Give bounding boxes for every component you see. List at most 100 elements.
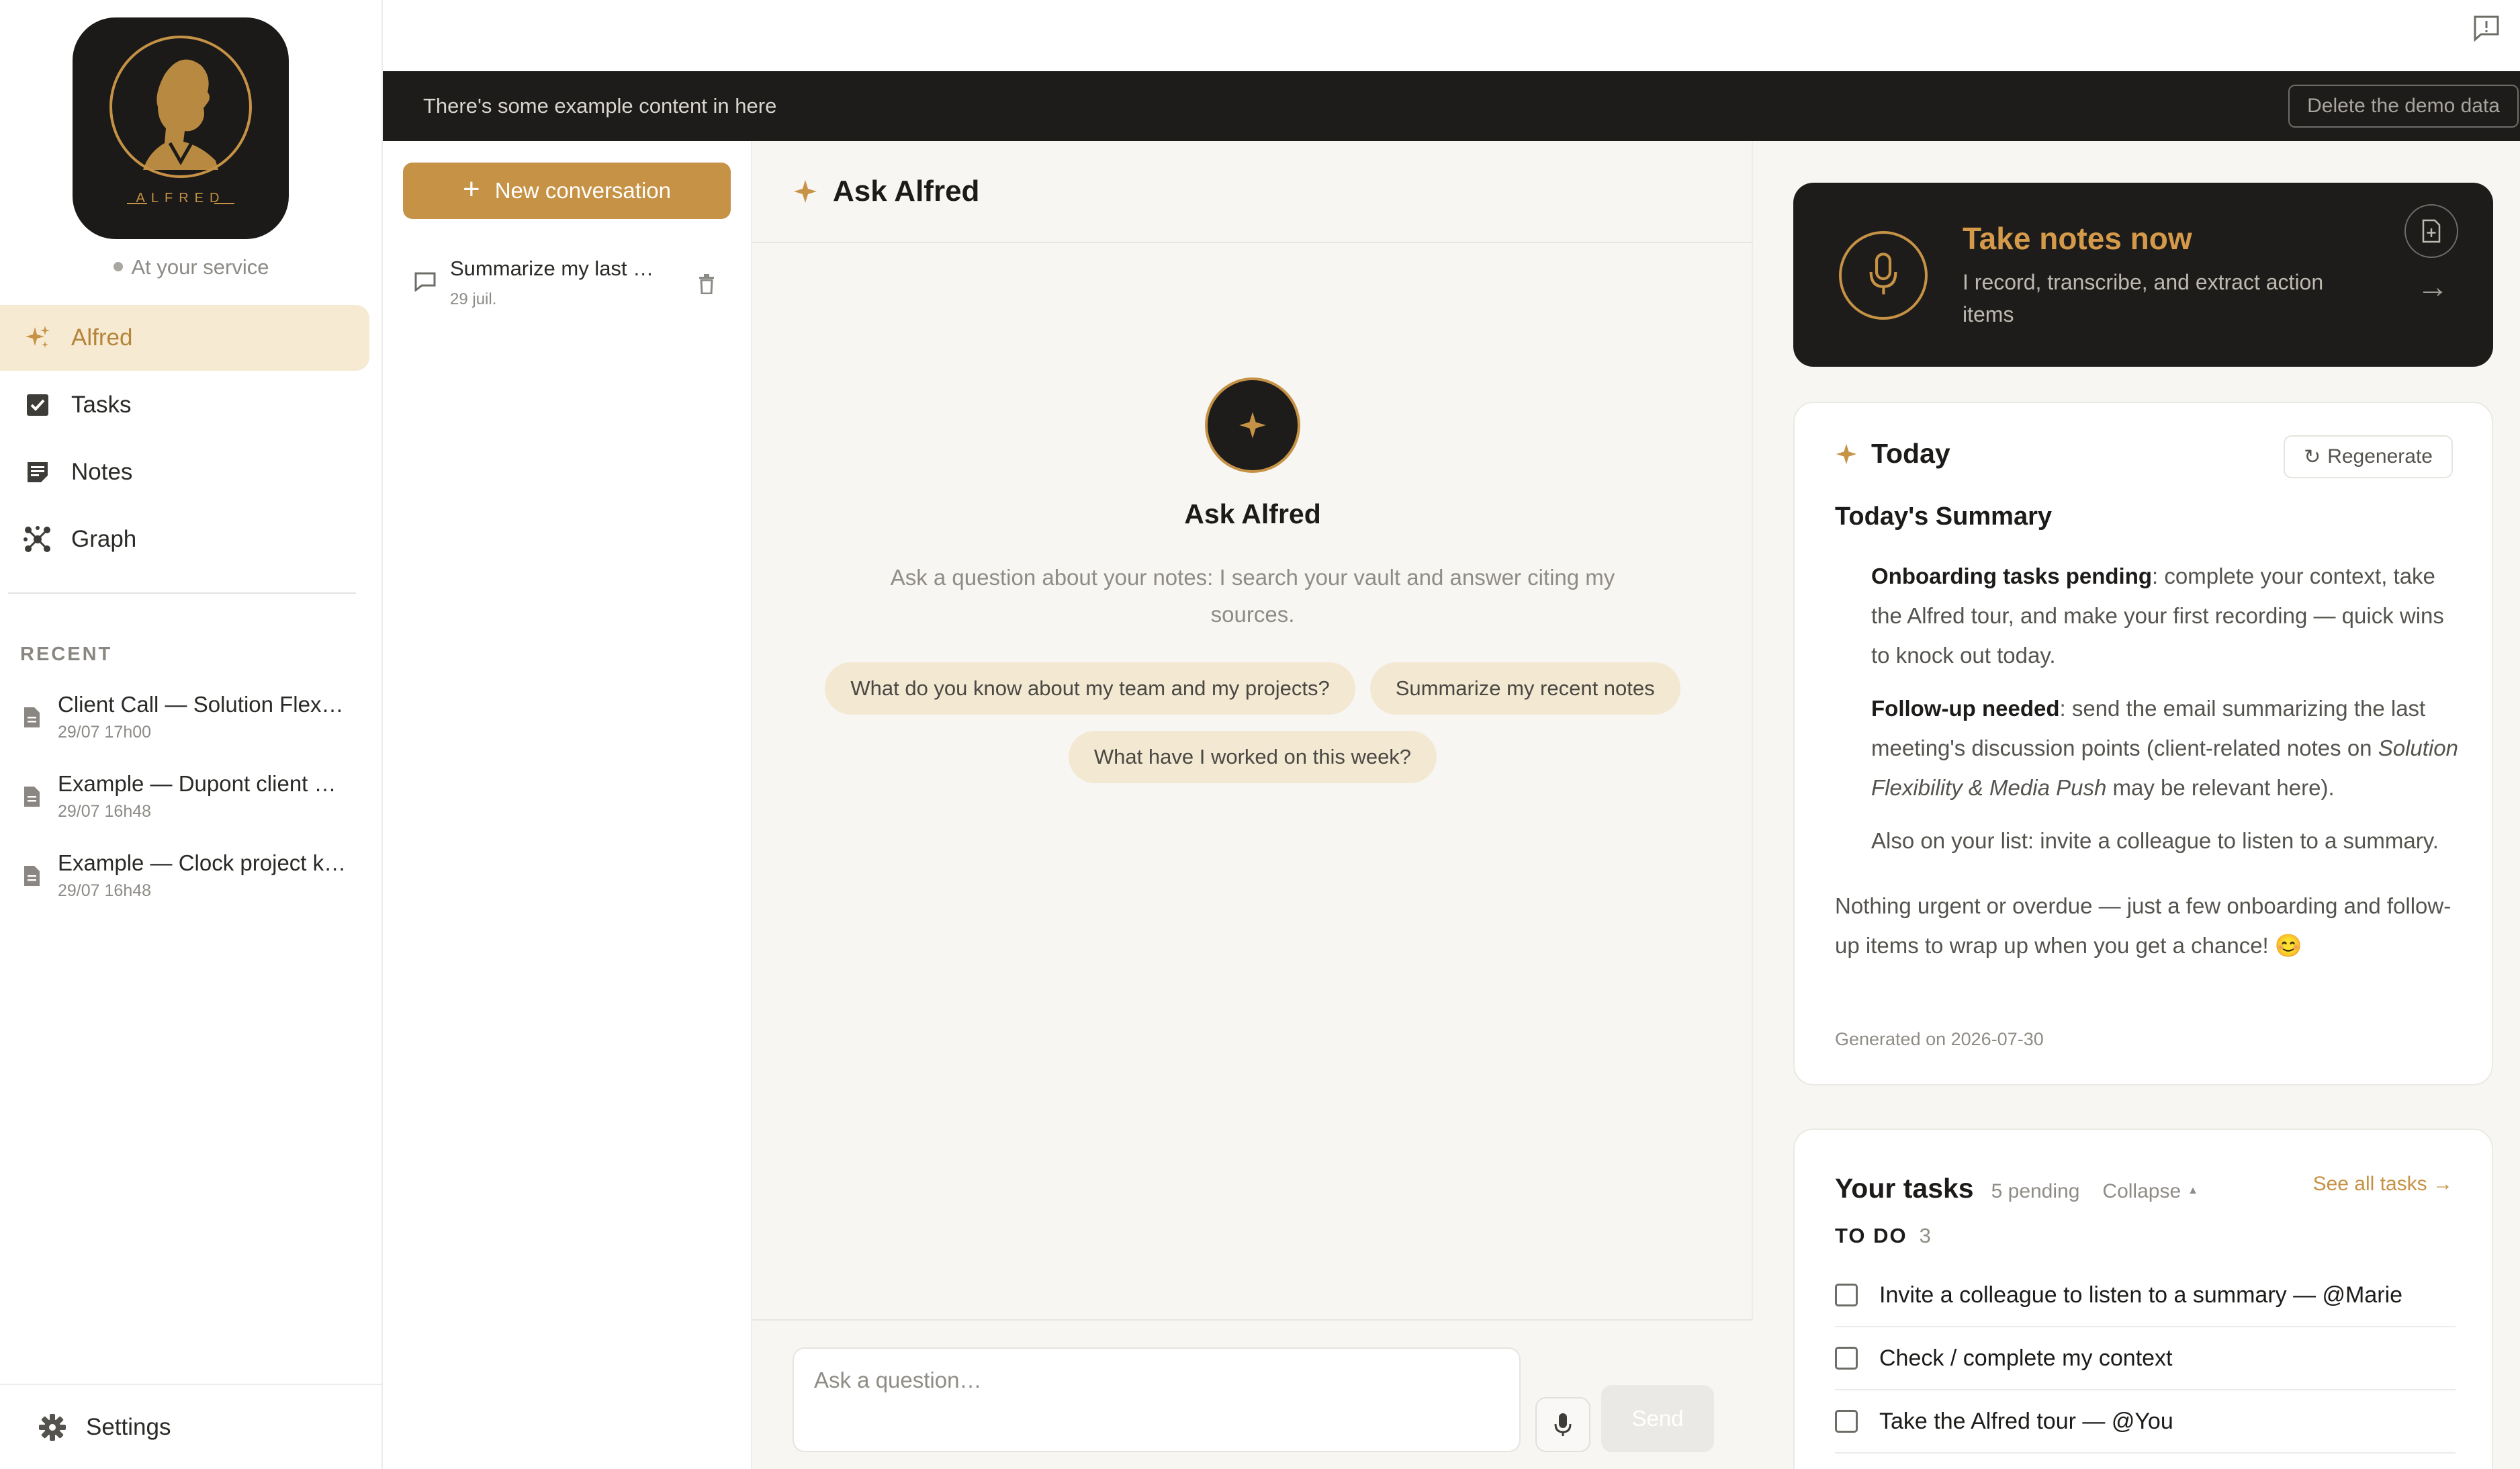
take-notes-subtitle: I record, transcribe, and extract action… (1963, 270, 2324, 326)
hero-subtitle: Ask a question about your notes: I searc… (890, 565, 1615, 627)
conversation-title: Summarize my last meeting (450, 257, 665, 280)
chat-header: Ask Alfred (752, 141, 1753, 243)
task-label: Check / complete my context (1879, 1345, 2173, 1371)
regenerate-label: Regenerate (2327, 445, 2433, 468)
settings-label: Settings (86, 1413, 171, 1440)
recent-item-date: 29/07 16h48 (58, 881, 152, 900)
recent-item[interactable]: Example — Clock project kickoff 29/07 16… (0, 844, 383, 923)
document-icon (24, 707, 40, 727)
microphone-icon (1554, 1413, 1572, 1436)
today-summary-card: Today ↻ Regenerate Today's Summary Onboa… (1793, 402, 2493, 1085)
recent-item-title: Client Call — Solution Flexibility & Med… (58, 692, 347, 717)
conversation-list: + New conversation Summarize my last mee… (383, 141, 752, 1469)
sparkle-icon (1836, 443, 1857, 464)
main-nav: Alfred Tasks Notes Graph (0, 305, 383, 574)
task-label: Take the Alfred tour — @You (1879, 1408, 2173, 1434)
summary-closing: Nothing urgent or overdue — just a few o… (1835, 893, 2451, 958)
nav-item-notes[interactable]: Notes (0, 439, 369, 505)
recent-item[interactable]: Client Call — Solution Flexibility & Med… (0, 685, 383, 764)
demo-banner: There's some example content in here Del… (383, 71, 2520, 141)
recent-item[interactable]: Example — Dupont client meeting 29/07 16… (0, 764, 383, 844)
top-bar (383, 0, 2520, 71)
today-title: Today (1871, 438, 1950, 469)
recent-item-date: 29/07 17h00 (58, 723, 152, 742)
task-label: Invite a colleague to listen to a summar… (1879, 1282, 2403, 1308)
gear-icon (39, 1413, 66, 1441)
tasks-title: Your tasks (1835, 1173, 1974, 1204)
summary-bullet-bold: Follow-up needed (1871, 696, 2060, 721)
status-dot-icon (114, 261, 124, 271)
delete-demo-data-button[interactable]: Delete the demo data (2288, 85, 2519, 128)
chat-bubble-icon (414, 272, 436, 292)
arrow-right-icon: → (2417, 269, 2449, 305)
trash-icon[interactable] (699, 274, 715, 294)
sparkles-icon (23, 323, 52, 353)
suggestion-chip[interactable]: What do you know about my team and my pr… (825, 662, 1355, 715)
sidebar-divider (8, 592, 356, 594)
status-text: At your service (131, 255, 269, 279)
recent-item-title: Example — Clock project kickoff (58, 850, 347, 875)
send-button[interactable]: Send (1601, 1385, 1714, 1452)
nav-label: Tasks (71, 392, 132, 418)
task-checkbox[interactable] (1835, 1410, 1858, 1433)
import-file-button[interactable] (2404, 204, 2458, 258)
take-notes-title: Take notes now (1963, 221, 2192, 256)
question-input[interactable]: Ask a question… (793, 1347, 1521, 1452)
composer: Ask a question… Send (752, 1319, 1753, 1469)
today-heading: Today (1835, 438, 1950, 470)
suggestion-chip[interactable]: Summarize my recent notes (1369, 662, 1680, 715)
tasks-pending-count: 5 pending (1991, 1180, 2080, 1202)
nav-item-tasks[interactable]: Tasks (0, 372, 369, 438)
conversation-date: 29 juil. (450, 290, 497, 308)
new-conversation-button[interactable]: + New conversation (403, 163, 731, 219)
todo-label: TO DO (1835, 1224, 1907, 1247)
recent-item-title: Example — Dupont client meeting (58, 771, 347, 796)
summary-bullet: Onboarding tasks pending: complete your … (1835, 556, 2466, 675)
tasks-heading: Your tasks 5 pending Collapse ▲ (1835, 1173, 2198, 1204)
document-icon (24, 866, 40, 886)
suggestion-chips: What do you know about my team and my pr… (752, 662, 1753, 799)
regenerate-button[interactable]: ↻ Regenerate (2284, 435, 2453, 478)
collapse-toggle[interactable]: Collapse ▲ (2102, 1180, 2198, 1203)
settings-button[interactable]: Settings (0, 1384, 383, 1469)
see-all-tasks-link[interactable]: See all tasks → (2313, 1173, 2453, 1196)
suggestion-chip[interactable]: What have I worked on this week? (1068, 731, 1437, 783)
chat-panel: Ask Alfred Ask Alfred Ask a question abo… (752, 141, 1753, 1469)
nav-item-graph[interactable]: Graph (0, 506, 369, 572)
checkbox-icon (23, 390, 52, 420)
summary-body: Onboarding tasks pending: complete your … (1835, 556, 2466, 965)
task-row: Invite a colleague to listen to a summar… (1835, 1264, 2456, 1327)
conversation-item[interactable]: Summarize my last meeting 29 juil. (383, 243, 751, 310)
hero-title: Ask Alfred (1184, 498, 1321, 529)
task-row: Take the Alfred tour — @You (1835, 1390, 2456, 1454)
recent-list: Client Call — Solution Flexibility & Med… (0, 685, 383, 923)
document-icon (24, 787, 40, 807)
nav-item-alfred[interactable]: Alfred (0, 305, 369, 371)
summary-bullet: Follow-up needed: send the email summari… (1835, 688, 2466, 807)
record-button[interactable] (1839, 231, 1928, 320)
alfred-avatar (1205, 377, 1300, 473)
collapse-label: Collapse (2102, 1180, 2181, 1202)
voice-input-button[interactable] (1535, 1397, 1590, 1452)
note-icon (23, 457, 52, 487)
nav-label: Graph (71, 526, 137, 552)
sparkle-icon (794, 180, 817, 203)
recent-heading: RECENT (20, 643, 113, 665)
feedback-icon[interactable] (2472, 13, 2501, 43)
new-conversation-label: New conversation (494, 178, 671, 203)
microphone-icon (1869, 253, 1897, 295)
take-notes-card[interactable]: Take notes now I record, transcribe, and… (1793, 183, 2493, 367)
sidebar: ALFRED At your service Alfred Tasks Note… (0, 0, 383, 1469)
summary-title: Today's Summary (1835, 502, 2052, 531)
right-panel: Take notes now I record, transcribe, and… (1753, 141, 2520, 1469)
logo-wordmark: ALFRED (136, 191, 226, 206)
plus-icon: + (463, 173, 480, 206)
triangle-up-icon: ▲ (2188, 1185, 2198, 1196)
summary-bullet-bold: Onboarding tasks pending (1871, 564, 2153, 588)
task-checkbox[interactable] (1835, 1347, 1858, 1370)
graph-icon (23, 525, 52, 554)
nav-label: Notes (71, 459, 133, 485)
sparkle-icon (1239, 412, 1266, 439)
task-checkbox[interactable] (1835, 1284, 1858, 1306)
generated-date: Generated on 2026-07-30 (1835, 1029, 2044, 1049)
